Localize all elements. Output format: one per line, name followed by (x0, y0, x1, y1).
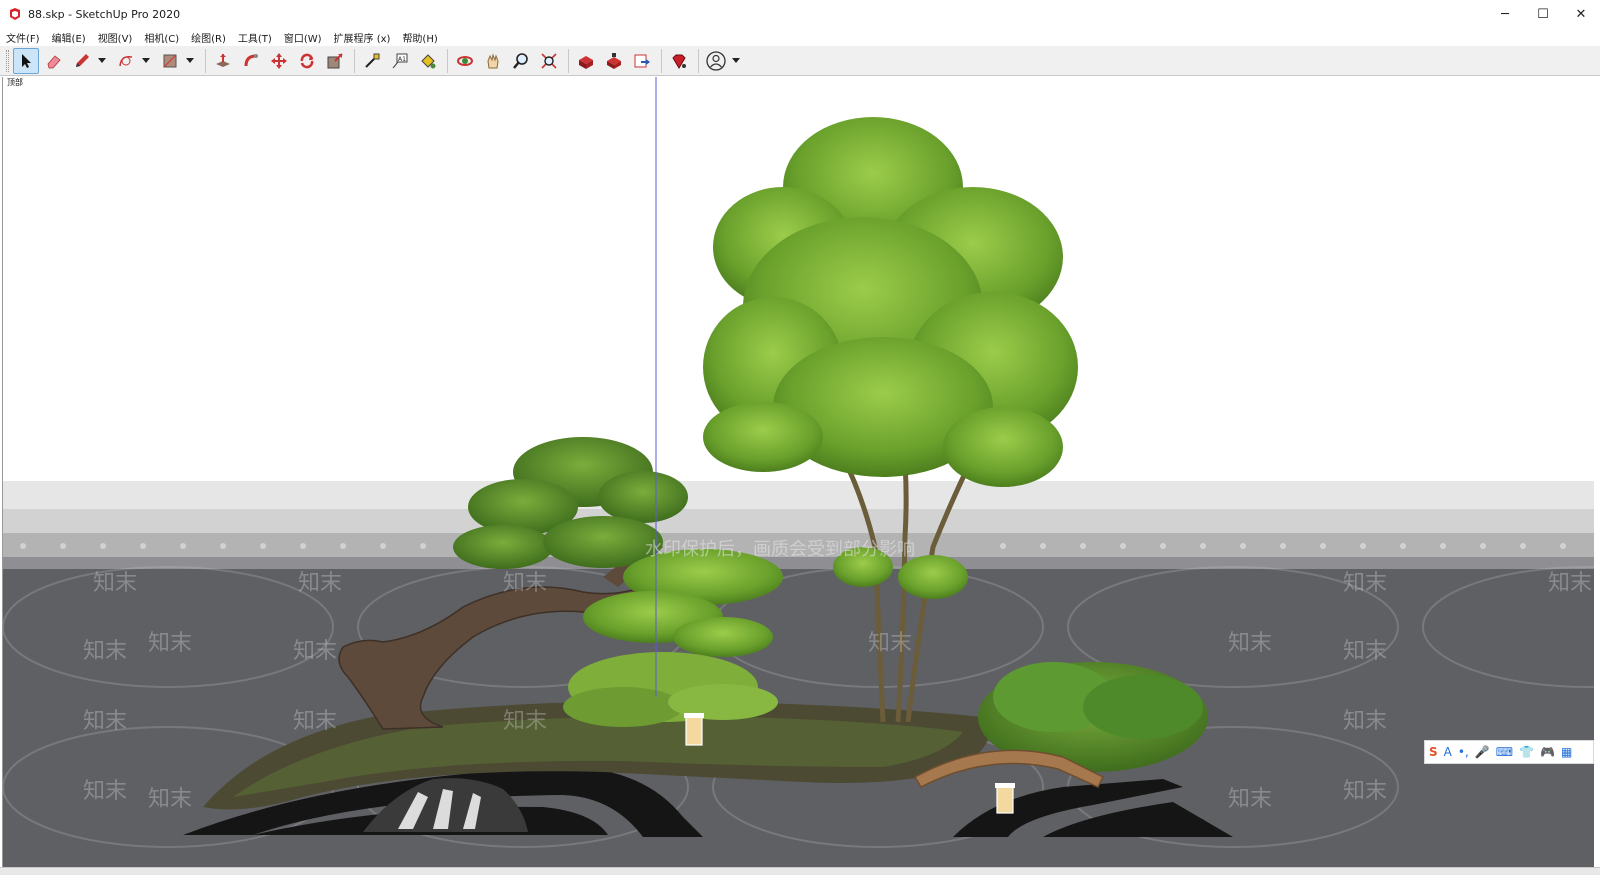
window-controls: ─ ☐ ✕ (1486, 0, 1600, 28)
pencil-tool-button[interactable] (69, 48, 95, 74)
rectangle-tool-button[interactable] (157, 48, 183, 74)
zoom-icon (513, 52, 528, 69)
horizon-band-edge (3, 557, 1594, 569)
minimize-button[interactable]: ─ (1486, 0, 1524, 28)
title-bar: 88.skp - SketchUp Pro 2020 ─ ☐ ✕ (0, 0, 1600, 28)
pan-tool-button[interactable] (480, 48, 506, 74)
game-icon[interactable]: 🎮 (1540, 745, 1555, 759)
ruby-icon (672, 54, 686, 69)
garden-scene (3, 77, 1594, 867)
window-title: 88.skp - SketchUp Pro 2020 (28, 7, 181, 21)
3d-warehouse-icon (579, 55, 593, 69)
microphone-icon[interactable]: 🎤 (1475, 745, 1490, 759)
toolbar-separator (205, 48, 206, 73)
toolbar-separator (354, 48, 355, 73)
maximize-button[interactable]: ☐ (1524, 0, 1562, 28)
garden-lantern (684, 713, 704, 746)
ime-toolbar[interactable]: S A •, 🎤 ⌨ 👕 🎮 ▦ (1424, 740, 1594, 764)
menu-view[interactable]: 视图(V) (98, 30, 133, 45)
pencil-icon (76, 53, 89, 67)
menu-draw[interactable]: 绘图(R) (191, 30, 226, 45)
menu-bar: 文件(F) 编辑(E) 视图(V) 相机(C) 绘图(R) 工具(T) 窗口(W… (0, 28, 1600, 46)
scale-tool-button[interactable] (322, 48, 348, 74)
move-icon (271, 52, 287, 69)
ime-punctuation-icon[interactable]: •, (1458, 745, 1469, 759)
select-icon (22, 53, 31, 68)
tape-measure-tool-button[interactable] (359, 48, 385, 74)
move-tool-button[interactable] (266, 48, 292, 74)
orbit-icon (457, 55, 473, 66)
toolbar-separator (568, 48, 569, 73)
push-pull-icon (216, 53, 230, 67)
follow-me-tool-button[interactable] (238, 48, 264, 74)
menu-camera[interactable]: 相机(C) (144, 30, 179, 45)
menu-edit[interactable]: 编辑(E) (52, 30, 86, 45)
eraser-tool-button[interactable] (41, 48, 67, 74)
arc-tool-button[interactable] (113, 48, 139, 74)
push-pull-tool-button[interactable] (210, 48, 236, 74)
arc-icon (119, 55, 133, 66)
send-to-layout-button[interactable] (629, 48, 655, 74)
text-icon: A1 (392, 53, 408, 68)
extension-warehouse-icon (607, 52, 621, 69)
rectangle-icon (163, 54, 177, 67)
zoom-extents-tool-button[interactable] (536, 48, 562, 74)
model-viewport[interactable]: 顶部 知末 知末 知末 知末 知末 知末 知末 知末 知末 知末 知末 知末 知… (2, 77, 1594, 867)
skin-icon[interactable]: 👕 (1519, 745, 1534, 759)
text-tool-button[interactable]: A1 (387, 48, 413, 74)
ime-language-icon[interactable]: A (1444, 745, 1452, 759)
menu-extensions[interactable]: 扩展程序 (x) (334, 30, 391, 45)
ruby-console-button[interactable] (666, 48, 692, 74)
account-dropdown-button[interactable] (731, 48, 741, 74)
keyboard-icon[interactable]: ⌨ (1496, 745, 1513, 759)
pencil-dropdown-button[interactable] (97, 48, 107, 74)
close-button[interactable]: ✕ (1562, 0, 1600, 28)
zoom-tool-button[interactable] (508, 48, 534, 74)
extension-warehouse-button[interactable] (601, 48, 627, 74)
status-bar (0, 867, 1600, 875)
toolbar-separator (698, 48, 699, 73)
3d-warehouse-button[interactable] (573, 48, 599, 74)
zoom-extents-icon (541, 52, 557, 69)
garden-lantern-bridge (995, 783, 1015, 814)
chevron-down-icon (732, 57, 740, 63)
rotate-icon (300, 53, 314, 68)
sketchup-logo-icon (10, 8, 20, 20)
chevron-down-icon (142, 57, 150, 63)
horizon-band-low (3, 533, 1594, 557)
svg-text:A1: A1 (398, 56, 406, 63)
menu-window[interactable]: 窗口(W) (284, 30, 322, 45)
menu-tools[interactable]: 工具(T) (238, 30, 272, 45)
select-tool-button[interactable] (13, 47, 39, 74)
horizon-band-mid (3, 509, 1594, 533)
scale-icon (327, 52, 343, 68)
paint-bucket-icon (421, 53, 436, 68)
grid-menu-icon[interactable]: ▦ (1561, 745, 1572, 759)
pan-icon (487, 52, 499, 68)
eraser-icon (47, 54, 61, 68)
orbit-tool-button[interactable] (452, 48, 478, 74)
account-button[interactable] (703, 48, 729, 74)
rectangle-dropdown-button[interactable] (185, 48, 195, 74)
account-icon (706, 50, 726, 71)
arc-dropdown-button[interactable] (141, 48, 151, 74)
toolbar-separator (447, 48, 448, 73)
sketchup-window: 88.skp - SketchUp Pro 2020 ─ ☐ ✕ 文件(F) 编… (0, 0, 1600, 875)
toolbar-separator (661, 48, 662, 73)
menu-help[interactable]: 帮助(H) (402, 30, 437, 45)
scene-tab-label: 顶部 (7, 78, 23, 87)
sogou-logo-icon[interactable]: S (1429, 745, 1438, 759)
toolbar-grip[interactable] (6, 49, 9, 72)
follow-me-icon (244, 53, 258, 66)
menu-file[interactable]: 文件(F) (6, 30, 40, 45)
paint-bucket-tool-button[interactable] (415, 48, 441, 74)
tape-measure-icon (365, 53, 380, 68)
send-to-layout-icon (634, 54, 650, 67)
rotate-tool-button[interactable] (294, 48, 320, 74)
chevron-down-icon (186, 57, 194, 63)
main-toolbar: A1 (0, 46, 1600, 76)
horizon-band-top (3, 481, 1594, 509)
chevron-down-icon (98, 57, 106, 63)
